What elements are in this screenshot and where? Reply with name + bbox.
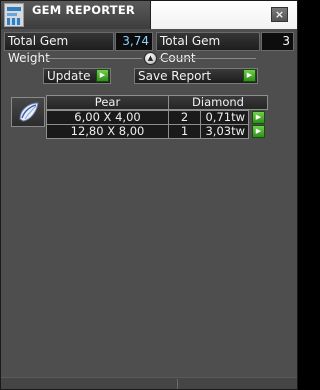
close-button[interactable]: × (271, 7, 288, 22)
title-bar: GEM REPORTER × (1, 1, 297, 29)
row-2-weight: 3,03tw (200, 124, 249, 139)
total-gem-weight-value: 3,74 (115, 32, 153, 51)
type-header: Diamond (168, 95, 268, 110)
total-gem-weight-label: Total Gem Weight (4, 32, 114, 65)
green-play-arrow-icon[interactable]: ▶ (252, 125, 265, 138)
status-strip (1, 377, 297, 389)
row-1-size: 6,00 X 4,00 (46, 110, 169, 125)
window-title: GEM REPORTER (32, 3, 135, 17)
shape-header: Pear (46, 95, 169, 110)
update-button-label: Update (47, 69, 91, 83)
title-tab: GEM REPORTER (1, 1, 151, 29)
row-1-weight: 0,71tw (200, 110, 249, 125)
green-play-arrow-icon[interactable]: ▶ (252, 111, 265, 124)
green-play-arrow-icon[interactable]: ▶ (96, 69, 109, 82)
row-2-qty: 1 (168, 124, 201, 139)
green-play-arrow-icon[interactable]: ▶ (243, 69, 256, 82)
gem-reporter-app-icon (4, 3, 24, 27)
total-gem-count-label: Total Gem Count (156, 32, 260, 65)
gem-reporter-window: GEM REPORTER × Total Gem Weight 3,74 Tot… (0, 0, 298, 390)
divider-left (46, 58, 142, 59)
update-button[interactable]: Update ▶ (43, 68, 111, 84)
save-report-button[interactable]: Save Report ▶ (134, 68, 258, 84)
row-2-size: 12,80 X 8,00 (46, 124, 169, 139)
save-report-button-label: Save Report (138, 69, 212, 83)
divider-right (159, 58, 256, 59)
up-arrow-collapse-icon[interactable]: ▲ (144, 52, 157, 65)
total-gem-count-value: 3 (261, 32, 294, 51)
row-1-qty: 2 (168, 110, 201, 125)
summary-bar: Total Gem Weight 3,74 Total Gem Count 3 (4, 32, 295, 65)
pear-gem-icon (11, 97, 45, 127)
